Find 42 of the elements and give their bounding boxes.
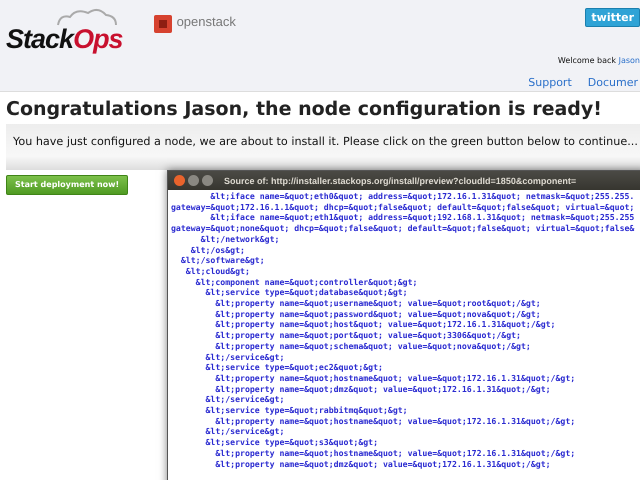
- code-line: &lt;property name=&quot;dmz&quot; value=&quot;172.16.1.31&quot;/&gt;: [214, 384, 552, 394]
- code-line: gateway=&quot;none&quot; dhcp=&quot;false&quot; default=&quot;false&quot; virtual=&quot;false&: [170, 223, 636, 234]
- code-line: &lt;/os&gt;: [190, 244, 246, 256]
- code-line: &lt;/service&gt;: [204, 352, 286, 362]
- cloud-icon: [54, 8, 118, 26]
- close-icon[interactable]: [174, 175, 185, 186]
- code-line: &lt;property name=&quot;username&quot; value=&quot;root&quot;/&gt;: [214, 298, 542, 309]
- minimize-icon[interactable]: [188, 175, 199, 186]
- code-line: &lt;/service&gt;: [204, 426, 286, 438]
- nav-link[interactable]: Support: [528, 75, 572, 92]
- info-message: You have just configured a node, we are about to install it. Please click on the green button below to continue...: [13, 135, 638, 148]
- partner-logo[interactable]: openstack: [176, 14, 236, 29]
- code-line: &lt;service type=&quot;s3&quot;&gt;: [204, 437, 380, 448]
- code-line: &lt;/service&gt;: [204, 394, 286, 406]
- window-title: Source of: http://installer.stackops.org/install/preview?cloudId=1850&component=: [224, 176, 576, 186]
- nav-link[interactable]: Documer: [588, 75, 638, 92]
- page-title: Congratulations Jason, the node configuration is ready!: [6, 98, 603, 120]
- code-line: &lt;cloud&gt;: [184, 266, 251, 277]
- code-line: &lt;property name=&quot;hostname&quot; value=&quot;172.16.1.31&quot;/&gt;: [214, 416, 576, 426]
- code-line: &lt;property name=&quot;host&quot; value=&quot;172.16.1.31&quot;/&gt;: [214, 319, 556, 330]
- code-line: &lt;iface name=&quot;eth0&quot; address=&quot;172.16.1.31&quot; netmask=&quot;255.255.: [209, 191, 636, 202]
- code-line: &lt;property name=&quot;dmz&quot; value=&quot;172.16.1.31&quot;/&gt;: [214, 458, 552, 470]
- code-line: &lt;/software&gt;: [180, 255, 266, 266]
- code-line: &lt;property name=&quot;schema&quot; value=&quot;nova&quot;/&gt;: [214, 340, 532, 352]
- code-line: &lt;iface name=&quot;eth1&quot; address=&quot;192.168.1.31&quot; netmask=&quot;255.255: [209, 212, 636, 224]
- code-line: &lt;service type=&quot;ec2&quot;&gt;: [204, 362, 384, 373]
- twitter-button[interactable]: twitter: [585, 8, 640, 27]
- code-line: &lt;property name=&quot;port&quot; value=&quot;3306&quot;/&gt;: [214, 330, 522, 341]
- code-line: &lt;property name=&quot;password&quot; value=&quot;nova&quot;/&gt;: [214, 308, 542, 320]
- code-line: &lt;component name=&quot;controller&quot;&gt;: [194, 276, 418, 288]
- welcome-text: Welcome back: [558, 56, 616, 65]
- code-line: &lt;property name=&quot;hostname&quot; value=&quot;172.16.1.31&quot;/&gt;: [214, 372, 576, 384]
- brand-logo[interactable]: StackOps: [6, 26, 123, 53]
- code-line: &lt;/network&gt;: [200, 234, 280, 245]
- user-link[interactable]: Jason: [618, 56, 640, 65]
- cube-logo-icon: [152, 14, 173, 34]
- start-deployment-button[interactable]: Start deployment now!: [6, 175, 128, 195]
- code-line: &lt;property name=&quot;hostname&quot; value=&quot;172.16.1.31&quot;/&gt;: [214, 448, 576, 459]
- code-line: gateway=&quot;172.16.1.1&quot; dhcp=&quot;false&quot; default=&quot;false&quot; virtual=&quot;: [170, 202, 636, 212]
- code-line: &lt;service type=&quot;database&quot;&gt;: [204, 287, 409, 298]
- maximize-icon[interactable]: [202, 175, 213, 186]
- code-line: &lt;service type=&quot;rabbitmq&quot;&gt;: [204, 405, 409, 416]
